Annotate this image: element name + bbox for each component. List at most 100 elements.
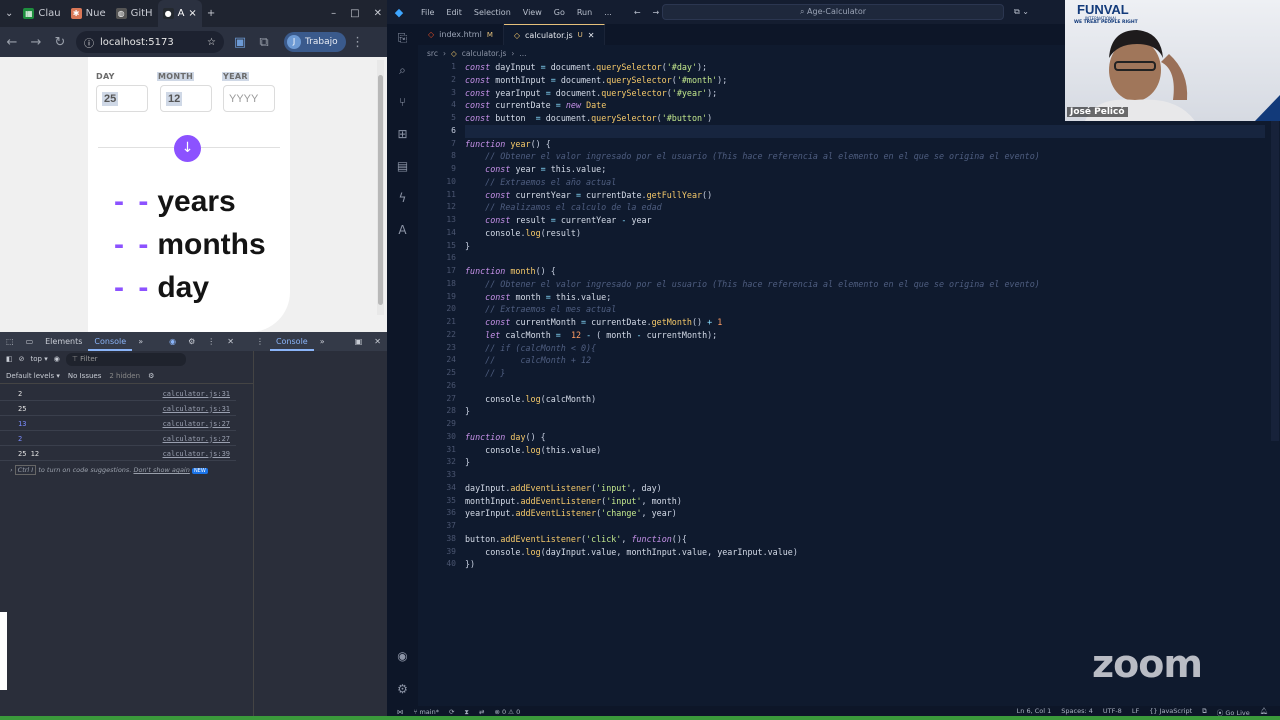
maximize-icon[interactable]: □ [350, 8, 359, 19]
clear-console-icon[interactable]: ⊘ [19, 355, 25, 363]
breadcrumb-file[interactable]: calculator.js [462, 49, 507, 58]
line-number: 6 [451, 125, 456, 135]
code-line: } [465, 406, 471, 417]
year-input[interactable]: YYYY [223, 85, 275, 112]
window-controls: – □ ✕ [326, 0, 387, 27]
menu-go[interactable]: Go [548, 8, 571, 17]
code-line: yearInput.addEventListener('change', yea… [465, 508, 677, 519]
line-number: 5 [451, 113, 456, 122]
close-drawer-icon[interactable]: ✕ [368, 332, 387, 351]
close-icon[interactable]: × [188, 8, 196, 19]
zoom-watermark: zoom [1092, 642, 1203, 686]
new-badge: NEW [191, 468, 208, 474]
menu-more[interactable]: ... [598, 8, 618, 17]
tab-console[interactable]: Console [88, 332, 133, 351]
calculate-button[interactable]: ↓ [174, 135, 201, 162]
month-input[interactable]: 12 [160, 85, 212, 112]
close-devtools-icon[interactable]: ✕ [221, 332, 240, 351]
command-center-search[interactable]: ⌕ Age-Calculator [662, 4, 1004, 20]
line-number: 21 [446, 317, 456, 326]
lightning-icon[interactable]: ϟ [395, 191, 410, 206]
settings-gear-icon[interactable]: ⚙ [182, 332, 201, 351]
dont-show-link[interactable]: Don't show again [133, 466, 189, 474]
line-number: 32 [446, 457, 456, 467]
tab-list-button[interactable]: ⌄ [0, 0, 18, 27]
source-control-icon[interactable]: ⑂ [395, 95, 410, 110]
more-drawer-tabs-icon[interactable]: » [314, 332, 331, 351]
menu-edit[interactable]: Edit [440, 8, 468, 17]
drawer-menu-icon[interactable]: ⋮ [250, 332, 270, 351]
sync-icon[interactable]: ◉ [163, 332, 182, 351]
log-source-link[interactable]: calculator.js:39 [163, 450, 230, 458]
reload-icon[interactable]: ↻ [48, 35, 72, 50]
device-toolbar-icon[interactable]: ▭ [20, 332, 40, 351]
context-select[interactable]: top ▾ [31, 355, 48, 363]
site-info-icon[interactable]: ⓘ [84, 35, 94, 50]
azure-icon[interactable]: A [395, 223, 410, 238]
nav-back-icon[interactable]: ← [628, 8, 647, 17]
scrollbar-thumb[interactable] [378, 75, 383, 305]
close-window-icon[interactable]: ✕ [374, 8, 382, 19]
line-number: 30 [446, 431, 456, 441]
more-menu-icon[interactable]: ⋮ [346, 35, 370, 50]
remote-explorer-icon[interactable]: ▤ [395, 159, 410, 174]
tab-calculator-js[interactable]: ◇ calculator.js U ✕ [503, 24, 606, 45]
browser-tab-1[interactable]: ▦ Clau [18, 0, 65, 27]
tab-index-html[interactable]: ◇ index.html M [418, 24, 504, 45]
breadcrumb-more[interactable]: ... [519, 49, 526, 58]
filter-input[interactable]: ⊤ Filter [65, 352, 186, 366]
browser-tab-4[interactable]: ● A × [157, 0, 202, 27]
url-field[interactable]: ⓘ localhost:5173 ☆ [76, 31, 224, 53]
close-tab-icon[interactable]: ✕ [588, 31, 595, 40]
extension-icon[interactable]: ▣ [228, 35, 252, 50]
account-icon[interactable]: ◉ [395, 649, 410, 664]
breadcrumb-src[interactable]: src [427, 49, 438, 58]
more-tabs-icon[interactable]: » [132, 332, 149, 351]
page-scrollbar[interactable] [377, 60, 384, 315]
tab-console-drawer[interactable]: Console [269, 332, 314, 351]
minimize-icon[interactable]: – [331, 8, 336, 19]
line-number: 7 [451, 138, 456, 148]
log-source-link[interactable]: calculator.js:27 [163, 420, 230, 428]
extensions-icon[interactable]: ⊞ [395, 127, 410, 142]
tab-label: Nue [85, 8, 106, 19]
code-line: } [465, 240, 471, 251]
code-line: console.log(dayInput.value, monthInput.v… [485, 546, 798, 557]
tab-elements[interactable]: Elements [39, 332, 88, 351]
menu-view[interactable]: View [517, 8, 548, 17]
day-input[interactable]: 25 [96, 85, 148, 112]
log-source-link[interactable]: calculator.js:27 [163, 435, 230, 443]
line-number: 15 [446, 240, 456, 250]
pane-divider[interactable] [253, 351, 254, 718]
explorer-icon[interactable]: ⎘ [395, 31, 410, 46]
manage-gear-icon[interactable]: ⚙ [395, 682, 410, 697]
menu-icon[interactable]: ⋮ [201, 332, 221, 351]
issues-button[interactable]: No Issues [68, 372, 102, 380]
extensions-puzzle-icon[interactable]: ⧉ [252, 35, 276, 50]
tip-text: to turn on code suggestions. [38, 466, 132, 474]
new-tab-button[interactable]: + [202, 0, 220, 27]
console-settings-icon[interactable]: ⚙ [148, 372, 154, 380]
menu-file[interactable]: File [415, 8, 440, 17]
code-editor[interactable]: const dayInput = document.querySelector(… [465, 61, 1265, 571]
eye-icon[interactable]: ◉ [54, 355, 60, 363]
bookmark-star-icon[interactable]: ☆ [207, 37, 216, 48]
browser-tab-2[interactable]: ✱ Nue [66, 0, 111, 27]
log-source-link[interactable]: calculator.js:31 [163, 390, 230, 398]
dock-icon[interactable]: ▣ [349, 332, 369, 351]
menu-selection[interactable]: Selection [468, 8, 517, 17]
inspect-icon[interactable]: ⬚ [0, 332, 20, 351]
sidebar-toggle-icon[interactable]: ◧ [6, 355, 13, 363]
back-icon[interactable]: ← [0, 35, 24, 50]
profile-button[interactable]: J Trabajo [284, 32, 346, 52]
context-value: top [30, 355, 42, 363]
browser-tab-3[interactable]: ◍ GitH [111, 0, 158, 27]
menu-run[interactable]: Run [571, 8, 598, 17]
forward-icon[interactable]: → [24, 35, 48, 50]
levels-select[interactable]: Default levels ▾ [6, 372, 60, 380]
copilot-icon[interactable]: ⧉ ⌄ [1014, 7, 1029, 17]
search-icon[interactable]: ⌕ [395, 63, 410, 78]
line-number: 19 [446, 291, 456, 301]
line-number: 11 [446, 189, 456, 199]
log-source-link[interactable]: calculator.js:31 [163, 405, 230, 413]
